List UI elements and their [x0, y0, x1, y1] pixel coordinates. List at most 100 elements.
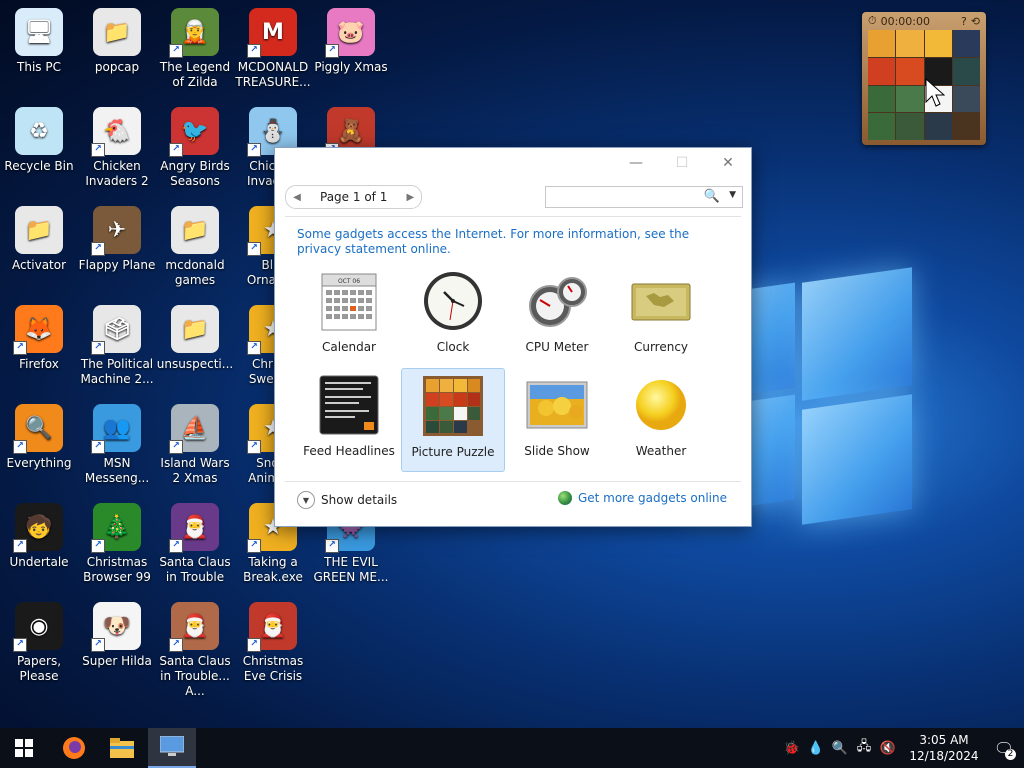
gadget-calendar[interactable]: OCT 06 Calendar: [297, 264, 401, 368]
action-center-button[interactable]: 🗨 2: [984, 728, 1024, 768]
shortcut-arrow-icon: ↗: [325, 539, 339, 553]
get-more-gadgets-link[interactable]: Get more gadgets online: [557, 491, 727, 505]
gadget-feed-headlines[interactable]: Feed Headlines: [297, 368, 401, 472]
app-icon: 🎅 ↗: [247, 602, 297, 652]
app-icon: 👥 ↗: [91, 404, 141, 454]
desktop-icon[interactable]: ⛵ ↗ Island Wars 2 Xmas: [156, 398, 234, 490]
start-button[interactable]: [0, 728, 48, 768]
shortcut-arrow-icon: ↗: [13, 341, 27, 355]
shortcut-arrow-icon: ↗: [91, 539, 105, 553]
maximize-button[interactable]: ☐: [659, 148, 705, 178]
desktop-icon[interactable]: ◉ ↗ Papers, Please: [0, 596, 78, 688]
cpu-meter-icon: [526, 270, 588, 332]
gadget-currency[interactable]: Currency: [609, 264, 713, 368]
notification-count: 2: [1005, 749, 1016, 760]
slide-show-icon: [526, 374, 588, 436]
desktop-icon[interactable]: 📁 Activator: [0, 200, 78, 292]
page-navigator: ◀ Page 1 of 1 ▶: [285, 185, 423, 209]
water-drop-icon[interactable]: 💧: [804, 741, 828, 756]
taskbar-gadgets[interactable]: [148, 728, 196, 768]
desktop-icon-label: The Political Machine 2...: [80, 357, 154, 386]
gadget-name: Currency: [633, 340, 689, 354]
desktop-icon-label: Christmas Eve Crisis: [242, 654, 304, 683]
windows-start-icon: [15, 739, 33, 757]
show-details-toggle[interactable]: ▼ Show details: [297, 491, 397, 509]
volume-muted-icon[interactable]: 🔇: [876, 741, 900, 756]
shuffle-icon[interactable]: ⟲: [971, 15, 980, 28]
picture-puzzle-gadget[interactable]: ⏱ 00:00:00 ? ⟲: [862, 12, 986, 145]
app-icon: 🎅 ↗: [169, 503, 219, 553]
desktop-icon-label: Papers, Please: [16, 654, 62, 683]
help-icon[interactable]: ?: [961, 15, 967, 28]
get-more-gadgets-label: Get more gadgets online: [577, 491, 727, 505]
desktop-icon-label: This PC: [17, 60, 61, 74]
taskbar-clock[interactable]: 3:05 AM 12/18/2024: [904, 732, 984, 764]
desktop-icon[interactable]: 🗳 ↗ The Political Machine 2...: [78, 299, 156, 391]
desktop-icon[interactable]: 🎅 ↗ Christmas Eve Crisis: [234, 596, 312, 688]
prev-page-icon[interactable]: ◀: [286, 192, 308, 203]
desktop-icon-label: Flappy Plane: [78, 258, 156, 272]
desktop-icon-label: Everything: [6, 456, 72, 470]
page-indicator: Page 1 of 1: [320, 190, 388, 204]
network-warning-icon[interactable]: 🐞: [780, 741, 804, 756]
desktop-icon[interactable]: ✈ ↗ Flappy Plane: [78, 200, 156, 292]
desktop-icon-label: MSN Messeng...: [84, 456, 150, 485]
shortcut-arrow-icon: ↗: [13, 638, 27, 652]
mouse-cursor-icon: [925, 78, 945, 107]
desktop-icon[interactable]: 🐶 ↗ Super Hilda: [78, 596, 156, 688]
desktop-icon[interactable]: 👥 ↗ MSN Messeng...: [78, 398, 156, 490]
gadget-search-box[interactable]: 🔍 ▼: [545, 186, 743, 208]
gadget-picture-puzzle[interactable]: Picture Puzzle: [401, 368, 505, 472]
desktop-icon[interactable]: ♻ Recycle Bin: [0, 101, 78, 193]
shortcut-arrow-icon: ↗: [169, 44, 183, 58]
desktop-icon[interactable]: 📁 unsuspecti...: [156, 299, 234, 391]
desktop-icon[interactable]: 📁 mcdonald games: [156, 200, 234, 292]
desktop-icon[interactable]: 🐔 ↗ Chicken Invaders 2: [78, 101, 156, 193]
desktop-icon[interactable]: 🧝 ↗ The Legend of Zilda: [156, 2, 234, 94]
gadget-name: Slide Show: [524, 444, 590, 458]
desktop-icon[interactable]: 🎅 ↗ Santa Claus in Trouble: [156, 497, 234, 589]
search-tray-icon[interactable]: 🔍: [828, 741, 852, 756]
desktop-icon[interactable]: 🎅 ↗ Santa Claus in Trouble... A...: [156, 596, 234, 698]
desktop-icon[interactable]: 📁 popcap: [78, 2, 156, 94]
close-button[interactable]: ✕: [705, 148, 751, 178]
desktop-icon-label: Super Hilda: [82, 654, 152, 668]
desktop-icon[interactable]: 🔍 ↗ Everything: [0, 398, 78, 490]
app-icon: 🖥: [15, 8, 63, 56]
gadget-name: Calendar: [322, 340, 376, 354]
gadget-name: Picture Puzzle: [411, 445, 495, 459]
next-page-icon[interactable]: ▶: [399, 192, 421, 203]
desktop-icon[interactable]: 🧒 ↗ Undertale: [0, 497, 78, 589]
search-icon[interactable]: 🔍: [704, 189, 720, 204]
desktop-icon[interactable]: 🎄 ↗ Christmas Browser 99: [78, 497, 156, 589]
desktop-icon[interactable]: 🐷 ↗ Piggly Xmas: [312, 2, 390, 94]
desktop-icon-label: Recycle Bin: [4, 159, 74, 173]
app-icon: ✈ ↗: [91, 206, 141, 256]
gadget-clock[interactable]: Clock: [401, 264, 505, 368]
puzzle-grid[interactable]: [868, 30, 980, 140]
privacy-notice-link[interactable]: Some gadgets access the Internet. For mo…: [297, 227, 717, 257]
taskbar-file-explorer[interactable]: [98, 728, 146, 768]
desktop-icon[interactable]: 🐦 ↗ Angry Birds Seasons: [156, 101, 234, 193]
gadget-weather[interactable]: Weather: [609, 368, 713, 472]
app-icon: 🐦 ↗: [169, 107, 219, 157]
shortcut-arrow-icon: ↗: [247, 440, 261, 454]
desktop-icon[interactable]: 🦊 ↗ Firefox: [0, 299, 78, 391]
gadget-cpu-meter[interactable]: CPU Meter: [505, 264, 609, 368]
search-dropdown-icon[interactable]: ▼: [729, 190, 736, 200]
desktop-icon[interactable]: 🖥 This PC: [0, 2, 78, 94]
minimize-button[interactable]: —: [613, 148, 659, 178]
gadget-slide-show[interactable]: Slide Show: [505, 368, 609, 472]
shortcut-arrow-icon: ↗: [325, 44, 339, 58]
app-icon: 🧒 ↗: [13, 503, 63, 553]
shortcut-arrow-icon: ↗: [169, 143, 183, 157]
shortcut-arrow-icon: ↗: [169, 539, 183, 553]
network-icon[interactable]: 🖧: [852, 737, 876, 759]
taskbar-firefox[interactable]: [50, 728, 98, 768]
chevron-down-icon: ▼: [297, 491, 315, 509]
app-icon: M ↗: [247, 8, 297, 58]
app-icon: 📁: [171, 206, 219, 254]
gadget-name: CPU Meter: [525, 340, 589, 354]
app-icon: ♻: [15, 107, 63, 155]
desktop-icon[interactable]: M ↗ MCDONALD TREASURE...: [234, 2, 312, 94]
